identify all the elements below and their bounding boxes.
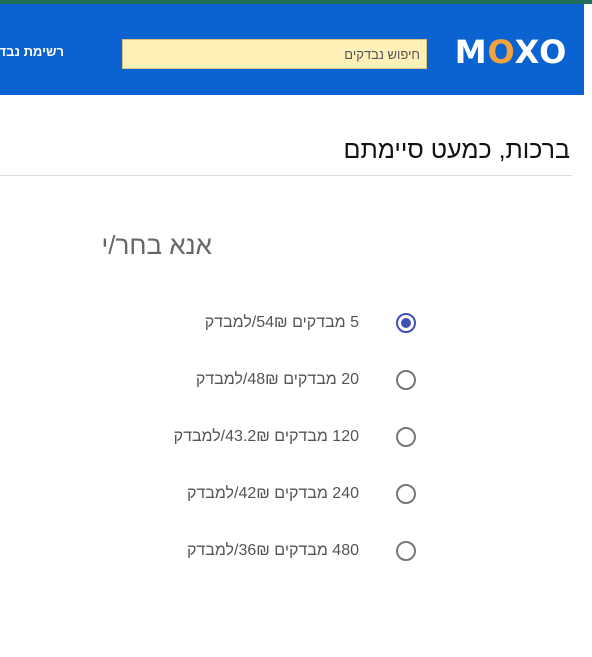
app-header: MOXO רשימת נבדקים bbox=[0, 4, 584, 95]
package-options-group: 5 מבדקים 54₪/למבדק 20 מבדקים 48₪/למבדק 1… bbox=[0, 0, 592, 657]
radio-button-5[interactable] bbox=[396, 313, 416, 333]
divider bbox=[0, 175, 572, 176]
radio-button-480[interactable] bbox=[396, 541, 416, 561]
package-option-label: 5 מבדקים 54₪/למבדק bbox=[204, 314, 359, 331]
moxo-logo[interactable]: MOXO bbox=[456, 34, 566, 70]
package-option-label: 240 מבדקים 42₪/למבדק bbox=[186, 485, 359, 502]
page-title: ברכות, כמעט סיימתם bbox=[343, 136, 570, 164]
package-option-label: 20 מבדקים 48₪/למבדק bbox=[195, 371, 359, 388]
package-option-label: 120 מבדקים 43.2₪/למבדק bbox=[173, 428, 359, 445]
radio-button-120[interactable] bbox=[396, 427, 416, 447]
package-option-240[interactable]: 240 מבדקים 42₪/למבדק bbox=[187, 481, 416, 507]
package-option-480[interactable]: 480 מבדקים 36₪/למבדק bbox=[187, 538, 416, 564]
package-option-120[interactable]: 120 מבדקים 43.2₪/למבדק bbox=[174, 424, 416, 450]
choose-section-title: אנא בחר/י bbox=[101, 230, 212, 260]
patients-list-link[interactable]: רשימת נבדקים bbox=[0, 44, 64, 59]
package-option-label: 480 מבדקים 36₪/למבדק bbox=[186, 542, 359, 559]
svg-text:MOXO: MOXO bbox=[456, 34, 566, 70]
package-option-20[interactable]: 20 מבדקים 48₪/למבדק bbox=[196, 367, 416, 393]
package-option-5[interactable]: 5 מבדקים 54₪/למבדק bbox=[205, 310, 416, 336]
radio-button-20[interactable] bbox=[396, 370, 416, 390]
radio-button-240[interactable] bbox=[396, 484, 416, 504]
search-patients-input[interactable] bbox=[122, 39, 427, 69]
